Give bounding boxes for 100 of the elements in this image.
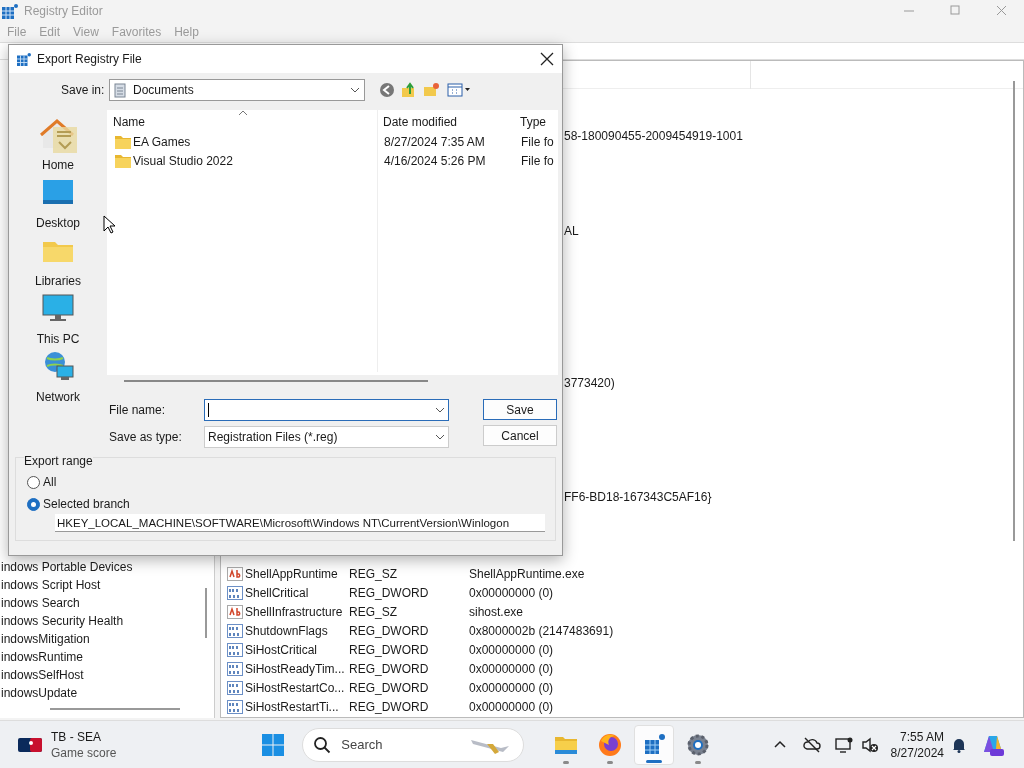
tree-item[interactable]: indows Search (0, 594, 214, 612)
value-type: REG_DWORD (349, 679, 430, 697)
folder-icon (115, 153, 131, 168)
value-name[interactable]: SiHostCritical (245, 640, 349, 659)
value-name[interactable]: SiHostRestartTi... (245, 697, 349, 716)
save-in-dropdown[interactable]: Documents (109, 79, 365, 101)
back-icon[interactable] (379, 82, 395, 98)
clock-time[interactable]: 7:55 AM (899, 728, 944, 745)
value-type: REG_DWORD (349, 622, 430, 640)
search-field[interactable]: Search (302, 727, 525, 762)
value-name[interactable]: ShellCritical (245, 583, 349, 602)
binary-value-icon (227, 679, 243, 696)
place-label[interactable]: Desktop (36, 214, 80, 232)
radio-button[interactable] (27, 497, 40, 511)
file-name-label: File name: (109, 402, 167, 419)
monitor-icon[interactable] (834, 735, 853, 754)
documents-icon (114, 82, 126, 98)
folder-icon (115, 134, 131, 149)
tree-item[interactable]: indows Script Host (0, 576, 214, 594)
value-data: 0x00000000 (0) (469, 641, 554, 659)
registry-icon (17, 52, 31, 66)
value-type: REG_DWORD (349, 641, 430, 659)
value-data: 0x00000000 (0) (469, 698, 554, 716)
value-type: REG_SZ (349, 565, 398, 583)
file-name[interactable]: EA Games (133, 132, 191, 151)
chevron-down-icon (435, 406, 445, 414)
tree-item[interactable]: indowsSelfHost (0, 666, 214, 684)
baseball-logo-icon (18, 737, 42, 752)
value-name[interactable]: ShutdownFlags (245, 621, 349, 640)
cloud-off-icon[interactable] (802, 736, 821, 753)
column-header[interactable]: Name (107, 112, 377, 132)
new-folder-icon[interactable] (423, 82, 439, 98)
value-data: ShellAppRuntime.exe (469, 565, 585, 583)
file-name[interactable]: Visual Studio 2022 (133, 151, 233, 170)
value-type: REG_DWORD (349, 660, 430, 678)
value-name[interactable]: SiHostReadyTim... (245, 659, 349, 678)
save-as-type-label: Save as type: (109, 429, 183, 446)
registry-icon (2, 3, 18, 19)
save-in-label: Save in: (61, 82, 106, 99)
value-data: 0x00000000 (0) (469, 679, 554, 697)
radio-label[interactable]: Selected branch (43, 495, 130, 513)
file-type: File fo (520, 152, 554, 170)
start-button[interactable] (261, 732, 286, 757)
binary-value-icon (227, 622, 243, 639)
binary-value-icon (227, 584, 243, 601)
close-button[interactable] (540, 52, 554, 66)
save-as-type-dropdown[interactable]: Registration Files (*.reg) (204, 426, 449, 448)
binary-value-icon (227, 698, 243, 715)
file-date: 4/16/2024 5:26 PM (383, 152, 487, 170)
radio-button[interactable] (27, 475, 40, 489)
value-name[interactable]: ShellInfrastructure (245, 602, 349, 621)
chevron-down-icon (350, 86, 360, 94)
column-header[interactable]: Type (514, 112, 558, 132)
binary-value-icon (227, 660, 243, 677)
value-data: 0x00000000 (0) (469, 660, 554, 678)
string-value-icon (227, 565, 243, 582)
value-data: AL (564, 224, 579, 238)
value-data: 0x8000002b (2147483691) (469, 622, 614, 640)
binary-value-icon (227, 641, 243, 658)
value-type: REG_SZ (349, 603, 398, 621)
file-type: File fo (520, 133, 554, 151)
bell-icon[interactable] (952, 736, 966, 753)
cancel-button[interactable]: Cancel (483, 425, 557, 446)
tree-item[interactable]: indows Security Health (0, 612, 214, 630)
place-label[interactable]: Network (36, 388, 80, 406)
window-title: Registry Editor (24, 3, 103, 20)
dialog-title: Export Registry File (37, 51, 142, 68)
value-data: FF6-BD18-167343C5AF16} (564, 490, 712, 504)
tree-item[interactable]: indows Portable Devices (0, 558, 214, 576)
place-label[interactable]: Home (42, 156, 74, 174)
branch-path-field[interactable]: HKEY_LOCAL_MACHINE\SOFTWARE\Microsoft\Windows NT\CurrentVersion\Winlogon (55, 514, 545, 532)
value-name[interactable]: SiHostRestartCo... (245, 678, 349, 697)
place-label[interactable]: Libraries (35, 272, 81, 290)
house-icon (39, 116, 77, 154)
column-header[interactable]: Date modified (377, 112, 514, 132)
string-value-icon (227, 603, 243, 620)
search-icon (313, 735, 332, 754)
radio-label[interactable]: All (43, 473, 57, 491)
value-data: 0x00000000 (0) (469, 584, 554, 602)
view-menu-icon[interactable] (447, 83, 471, 97)
value-data: 58-180090455-2009454919-1001 (564, 129, 743, 143)
value-data: 3773420) (564, 376, 615, 390)
chevron-down-icon (435, 433, 445, 441)
file-date: 8/27/2024 7:35 AM (383, 133, 486, 151)
tree-item[interactable]: indowsMitigation (0, 630, 214, 648)
tree-item[interactable]: indowsUpdate (0, 684, 214, 702)
tree-item[interactable]: indowsRuntime (0, 648, 214, 666)
value-name[interactable]: ShellAppRuntime (245, 564, 349, 583)
file-name-field[interactable] (204, 399, 449, 421)
widget-title[interactable]: TB - SEA (51, 728, 117, 745)
save-button[interactable]: Save (483, 399, 557, 420)
up-folder-icon[interactable] (401, 82, 417, 98)
value-type: REG_DWORD (349, 698, 430, 716)
value-type: REG_DWORD (349, 584, 430, 602)
value-data: sihost.exe (469, 603, 524, 621)
taskbar-app[interactable] (634, 724, 675, 765)
speaker-muted-icon[interactable] (860, 735, 879, 754)
widget-subtitle[interactable]: Game score (51, 744, 117, 761)
place-label[interactable]: This PC (36, 330, 80, 348)
clock-date[interactable]: 8/27/2024 (890, 744, 944, 761)
